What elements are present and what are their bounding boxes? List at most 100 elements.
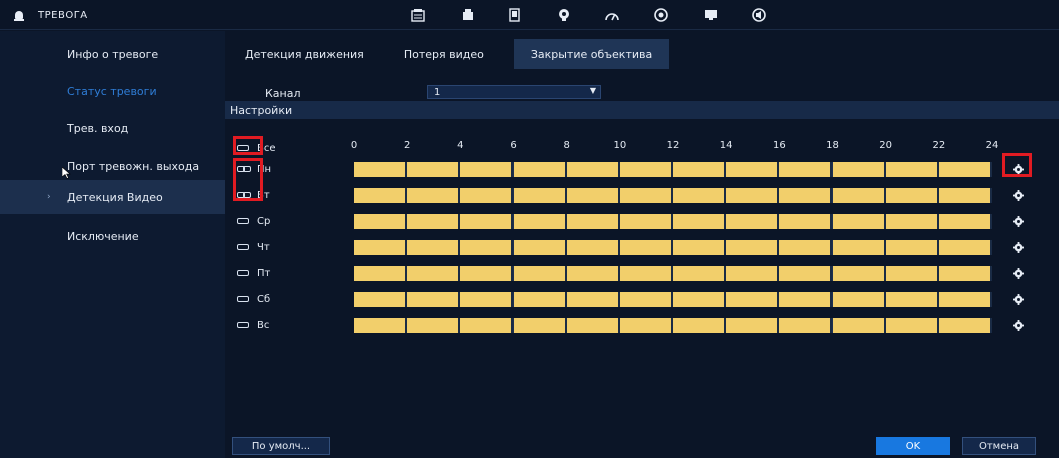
schedule-segment[interactable]: [407, 318, 461, 333]
day-label[interactable]: Сб: [237, 291, 270, 307]
gear-icon[interactable]: [1012, 215, 1024, 227]
schedule-segment[interactable]: [885, 318, 939, 333]
schedule-segment[interactable]: [619, 292, 673, 307]
schedule-segment[interactable]: [460, 188, 514, 203]
display-icon[interactable]: [703, 7, 719, 23]
schedule-segment[interactable]: [566, 188, 620, 203]
schedule-segment[interactable]: [354, 188, 408, 203]
day-label[interactable]: Чт: [237, 239, 270, 255]
schedule-segment[interactable]: [513, 162, 567, 177]
schedule-segment[interactable]: [938, 188, 992, 203]
schedule-segment[interactable]: [673, 266, 727, 281]
gear-icon[interactable]: [1012, 319, 1024, 331]
tab-motion-detection[interactable]: Детекция движения: [235, 39, 374, 69]
schedule-segment[interactable]: [619, 266, 673, 281]
schedule-segment[interactable]: [460, 318, 514, 333]
day-schedule-bar[interactable]: [354, 162, 992, 177]
schedule-segment[interactable]: [885, 266, 939, 281]
schedule-segment[interactable]: [460, 266, 514, 281]
tab-video-loss[interactable]: Потеря видео: [394, 39, 494, 69]
gear-icon[interactable]: [1012, 293, 1024, 305]
day-schedule-bar[interactable]: [354, 214, 992, 229]
schedule-segment[interactable]: [885, 214, 939, 229]
day-schedule-bar[interactable]: [354, 292, 992, 307]
link-toggle-icon[interactable]: [237, 217, 251, 225]
day-label[interactable]: Пт: [237, 265, 270, 281]
schedule-segment[interactable]: [938, 318, 992, 333]
schedule-segment[interactable]: [513, 240, 567, 255]
schedule-segment[interactable]: [407, 240, 461, 255]
schedule-segment[interactable]: [460, 214, 514, 229]
schedule-segment[interactable]: [673, 188, 727, 203]
sidebar-item-alarm-status[interactable]: Статус тревоги: [0, 74, 225, 108]
schedule-segment[interactable]: [832, 162, 886, 177]
schedule-segment[interactable]: [832, 266, 886, 281]
audio-icon[interactable]: [751, 7, 767, 23]
schedule-segment[interactable]: [726, 188, 780, 203]
schedule-segment[interactable]: [407, 214, 461, 229]
settings-icon[interactable]: [653, 7, 669, 23]
sidebar-item-video-detection[interactable]: › Детекция Видео: [0, 180, 225, 214]
tab-tampering[interactable]: Закрытие объектива: [513, 39, 670, 69]
schedule-segment[interactable]: [566, 292, 620, 307]
schedule-segment[interactable]: [513, 214, 567, 229]
schedule-segment[interactable]: [726, 214, 780, 229]
channel-select[interactable]: 1 ▼: [427, 85, 601, 99]
storage-icon[interactable]: [507, 7, 523, 23]
sidebar-item-alarm-info[interactable]: Инфо о тревоге: [0, 37, 225, 71]
schedule-segment[interactable]: [407, 188, 461, 203]
schedule-segment[interactable]: [407, 292, 461, 307]
schedule-segment[interactable]: [726, 318, 780, 333]
schedule-segment[interactable]: [513, 292, 567, 307]
schedule-segment[interactable]: [673, 318, 727, 333]
schedule-segment[interactable]: [938, 240, 992, 255]
schedule-segment[interactable]: [832, 318, 886, 333]
schedule-segment[interactable]: [885, 292, 939, 307]
schedule-segment[interactable]: [832, 188, 886, 203]
gear-icon[interactable]: [1012, 189, 1024, 201]
schedule-segment[interactable]: [832, 240, 886, 255]
schedule-segment[interactable]: [726, 240, 780, 255]
day-schedule-bar[interactable]: [354, 266, 992, 281]
ok-button[interactable]: OK: [876, 437, 950, 455]
sidebar-item-exception[interactable]: Исключение: [0, 219, 225, 253]
network-icon[interactable]: [460, 7, 476, 23]
link-toggle-icon[interactable]: [237, 295, 251, 303]
link-toggle-icon[interactable]: [237, 321, 251, 329]
schedule-segment[interactable]: [460, 240, 514, 255]
schedule-segment[interactable]: [354, 162, 408, 177]
gear-icon[interactable]: [1012, 267, 1024, 279]
schedule-segment[interactable]: [885, 240, 939, 255]
schedule-segment[interactable]: [513, 188, 567, 203]
link-toggle-icon[interactable]: [237, 243, 251, 251]
schedule-segment[interactable]: [407, 162, 461, 177]
schedule-segment[interactable]: [354, 266, 408, 281]
schedule-segment[interactable]: [354, 318, 408, 333]
schedule-segment[interactable]: [779, 266, 833, 281]
schedule-segment[interactable]: [619, 188, 673, 203]
schedule-segment[interactable]: [885, 162, 939, 177]
schedule-segment[interactable]: [726, 162, 780, 177]
schedule-segment[interactable]: [566, 214, 620, 229]
schedule-segment[interactable]: [779, 214, 833, 229]
schedule-segment[interactable]: [832, 292, 886, 307]
schedule-segment[interactable]: [885, 188, 939, 203]
schedule-segment[interactable]: [726, 292, 780, 307]
day-label[interactable]: Ср: [237, 213, 270, 229]
sidebar-item-alarm-input[interactable]: Трев. вход: [0, 111, 225, 145]
day-schedule-bar[interactable]: [354, 188, 992, 203]
schedule-segment[interactable]: [354, 240, 408, 255]
schedule-segment[interactable]: [619, 162, 673, 177]
schedule-segment[interactable]: [354, 292, 408, 307]
schedule-segment[interactable]: [779, 240, 833, 255]
day-label[interactable]: Вс: [237, 317, 269, 333]
schedule-segment[interactable]: [407, 266, 461, 281]
schedule-segment[interactable]: [779, 292, 833, 307]
sidebar-item-alarm-output[interactable]: Порт тревожн. выхода: [0, 149, 225, 183]
schedule-segment[interactable]: [566, 162, 620, 177]
day-schedule-bar[interactable]: [354, 240, 992, 255]
schedule-segment[interactable]: [619, 318, 673, 333]
schedule-segment[interactable]: [779, 318, 833, 333]
schedule-segment[interactable]: [832, 214, 886, 229]
schedule-segment[interactable]: [673, 162, 727, 177]
